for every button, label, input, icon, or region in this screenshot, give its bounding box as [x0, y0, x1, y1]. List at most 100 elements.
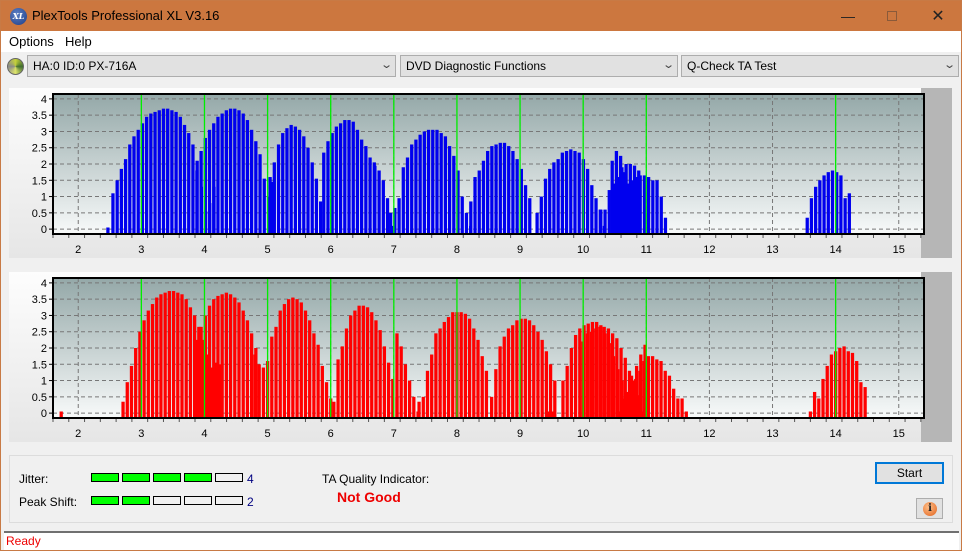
data-bar — [224, 110, 229, 234]
data-bar — [258, 154, 262, 234]
data-bar — [176, 292, 180, 418]
meter-segment — [91, 473, 119, 482]
data-bar — [245, 120, 250, 234]
y-tick-label: 1 — [41, 192, 47, 204]
data-bar — [642, 175, 647, 234]
data-bar — [134, 348, 138, 418]
data-bar — [484, 370, 489, 418]
data-bar — [615, 338, 619, 418]
data-bar — [663, 370, 667, 418]
data-bar — [469, 201, 473, 234]
data-bar — [316, 344, 320, 418]
x-tick-label: 12 — [703, 428, 715, 440]
data-bar — [237, 302, 241, 418]
data-bar — [814, 186, 818, 234]
data-bar — [630, 180, 634, 234]
menu-options[interactable]: Options — [9, 34, 54, 49]
data-bar — [399, 346, 403, 418]
data-bar — [843, 198, 847, 234]
data-bar — [659, 361, 663, 418]
close-icon: ✕ — [931, 8, 945, 25]
chevron-down-icon: ⌄ — [661, 59, 675, 71]
data-bar — [334, 126, 339, 234]
data-bar — [401, 167, 405, 234]
data-bar — [511, 150, 515, 234]
info-icon: i — [923, 502, 937, 516]
data-bar — [560, 152, 565, 234]
data-bar — [254, 141, 258, 234]
data-bar — [430, 354, 434, 418]
x-tick-label: 2 — [75, 244, 81, 256]
meter-segment — [122, 473, 150, 482]
data-bar — [276, 144, 281, 234]
data-bar — [353, 310, 357, 418]
data-bar — [446, 317, 451, 418]
meter-segment — [122, 496, 150, 505]
drive-select-value: HA:0 ID:0 PX-716A — [33, 59, 137, 73]
data-bar — [680, 398, 684, 418]
x-tick-label: 8 — [454, 244, 460, 256]
bottom-chart-panel: 0 0.5 1 1.5 2 2.5 3 3.5 4 2 3 4 5 6 7 8 9 10 11 12 13 14 15 — [9, 272, 952, 442]
data-bar — [171, 291, 176, 418]
drive-select[interactable]: HA:0 ID:0 PX-716A ⌄ — [27, 55, 396, 77]
y-tick-label: 2 — [41, 159, 47, 171]
data-bar — [386, 362, 391, 418]
info-button[interactable]: i — [916, 498, 943, 519]
data-bar — [594, 328, 598, 418]
data-bar — [170, 110, 174, 234]
data-bar — [532, 325, 536, 418]
y-tick-label: 2.5 — [32, 327, 47, 339]
data-bar — [150, 304, 155, 418]
data-bar — [659, 196, 663, 234]
minimize-button[interactable]: — — [825, 1, 871, 31]
menu-help[interactable]: Help — [65, 34, 92, 49]
data-bar — [417, 401, 421, 418]
function-select[interactable]: DVD Diagnostic Functions ⌄ — [400, 55, 678, 77]
data-bar — [403, 364, 408, 418]
data-bar — [216, 295, 220, 418]
y-tick-label: 4 — [41, 94, 47, 106]
data-bar — [442, 321, 446, 418]
close-button[interactable]: ✕ — [915, 1, 961, 31]
data-bar — [847, 193, 851, 234]
data-bar — [216, 116, 220, 234]
window-title: PlexTools Professional XL V3.16 — [32, 8, 220, 23]
data-bar — [233, 297, 237, 418]
data-bar — [365, 307, 370, 418]
x-tick-label: 15 — [893, 428, 905, 440]
data-bar — [494, 369, 498, 418]
data-bar — [438, 328, 442, 418]
data-bar — [115, 180, 119, 234]
test-select[interactable]: Q-Check TA Test ⌄ — [681, 55, 959, 77]
y-tick-label: 1.5 — [32, 175, 47, 187]
data-bar — [619, 348, 623, 418]
y-tick-label: 2 — [41, 343, 47, 355]
data-bar — [340, 346, 344, 418]
data-bar — [540, 339, 544, 418]
top-chart-panel: 0 0.5 1 1.5 2 2.5 3 3.5 4 2 3 4 5 6 7 8 9 10 11 12 13 14 15 — [9, 88, 952, 258]
y-tick-label: 3 — [41, 310, 47, 322]
data-bar — [347, 120, 351, 234]
data-bar — [830, 170, 835, 234]
data-bar — [220, 294, 224, 418]
x-tick-label: 12 — [703, 244, 715, 256]
menu-bar: Options Help — [1, 31, 961, 52]
data-bar — [407, 380, 412, 418]
meter-segment — [153, 496, 181, 505]
data-bar — [257, 364, 261, 418]
start-button[interactable]: Start — [875, 462, 944, 484]
y-tick-label: 0.5 — [32, 392, 47, 404]
data-bar — [364, 146, 368, 234]
data-bar — [322, 152, 326, 234]
data-bar — [128, 144, 132, 234]
data-bar — [473, 177, 477, 234]
maximize-button[interactable] — [869, 1, 915, 31]
data-bar — [167, 291, 172, 418]
data-bar — [308, 320, 312, 418]
data-bar — [859, 382, 863, 418]
data-bar — [184, 299, 188, 418]
data-bar — [515, 159, 519, 234]
data-bar — [826, 172, 830, 234]
data-bar — [295, 299, 299, 418]
x-tick-label: 8 — [454, 428, 460, 440]
